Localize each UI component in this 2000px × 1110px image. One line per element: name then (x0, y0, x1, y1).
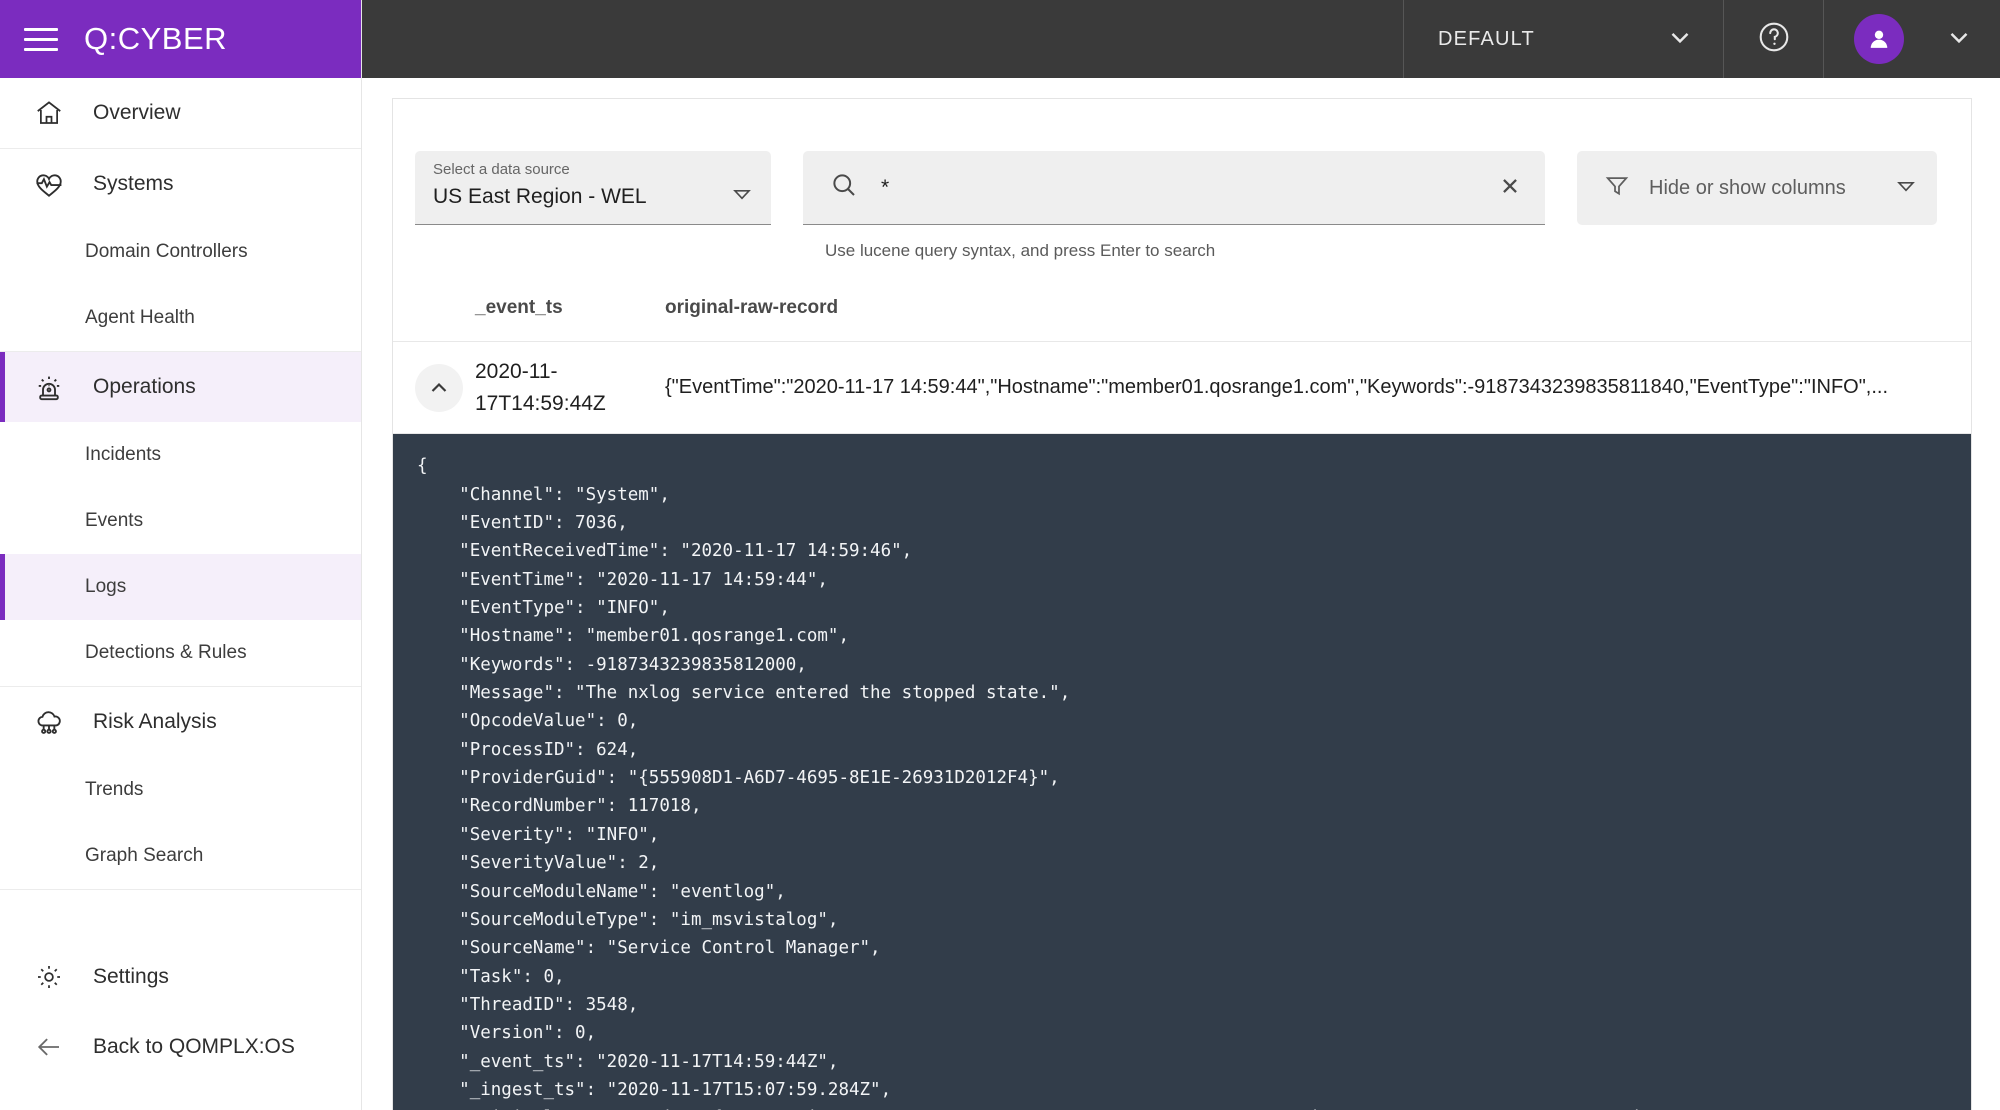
sidebar-item-events[interactable]: Events (0, 488, 361, 554)
sidebar-nav: Overview Systems Domain Controllers Agen… (0, 78, 361, 942)
close-icon[interactable] (1497, 173, 1523, 203)
sidebar-item-back-to-qomplx-os[interactable]: Back to QOMPLX:OS (0, 1012, 361, 1082)
caret-down-icon (1893, 173, 1919, 204)
top-bar: DEFAULT (362, 0, 2000, 78)
chevron-down-icon (1944, 22, 1974, 57)
sidebar-item-label: Back to QOMPLX:OS (93, 1035, 295, 1058)
home-icon (27, 98, 71, 128)
sidebar-subitem-label: Trends (85, 779, 144, 800)
nav-group-operations: Operations Incidents Events Logs Detecti… (0, 352, 361, 687)
search-input[interactable] (881, 175, 1475, 200)
cell-event-ts: 2020-11-17T14:59:44Z (475, 360, 606, 415)
nav-group-overview: Overview (0, 78, 361, 149)
sidebar-item-graph-search[interactable]: Graph Search (0, 823, 361, 889)
search-box[interactable] (803, 151, 1545, 225)
data-source-select[interactable]: Select a data source US East Region - WE… (415, 151, 771, 225)
sidebar-item-logs[interactable]: Logs (0, 554, 361, 620)
data-source-caption: Select a data source (433, 161, 570, 178)
sidebar-item-trends[interactable]: Trends (0, 757, 361, 823)
sidebar-item-incidents[interactable]: Incidents (0, 422, 361, 488)
sidebar-subitem-label: Graph Search (85, 845, 204, 866)
sidebar-item-risk-analysis[interactable]: Risk Analysis (0, 687, 361, 757)
help-circle-icon (1755, 18, 1793, 61)
filter-icon (1603, 172, 1631, 205)
record-json-detail: { "Channel": "System", "EventID": 7036, … (393, 434, 1971, 1110)
sidebar-item-label: Systems (93, 172, 174, 195)
sidebar-item-label: Operations (93, 375, 196, 398)
arrow-left-icon (27, 1031, 71, 1063)
caret-down-icon (729, 181, 755, 212)
sidebar-item-label: Overview (93, 101, 181, 124)
column-header-original-raw-record[interactable]: original-raw-record (665, 297, 1971, 341)
sidebar-subitem-label: Agent Health (85, 307, 195, 328)
table-header: _event_ts original-raw-record (393, 297, 1971, 342)
hide-show-columns-label: Hide or show columns (1649, 176, 1846, 199)
sidebar-subitem-label: Incidents (85, 444, 162, 465)
cell-original-raw-record: {"EventTime":"2020-11-17 14:59:44","Host… (665, 376, 1889, 399)
cloud-network-icon (27, 706, 71, 738)
hide-show-columns-select[interactable]: Hide or show columns (1577, 151, 1937, 225)
main-area: DEFAULT Select a data source US East Reg… (362, 0, 2000, 1110)
avatar (1854, 14, 1904, 64)
search-hint: Use lucene query syntax, and press Enter… (825, 241, 1216, 260)
chevron-up-icon[interactable] (415, 363, 463, 412)
nav-group-risk-analysis: Risk Analysis Trends Graph Search (0, 687, 361, 890)
help-button[interactable] (1723, 0, 1823, 78)
sidebar-bottom: Settings Back to QOMPLX:OS (0, 942, 361, 1110)
sidebar-item-label: Risk Analysis (93, 710, 217, 733)
brand-header: Q:CYBER (0, 0, 361, 78)
nav-group-systems: Systems Domain Controllers Agent Health (0, 149, 361, 352)
logs-toolbar: Select a data source US East Region - WE… (393, 99, 1971, 261)
search-field-wrapper: Use lucene query syntax, and press Enter… (803, 151, 1545, 261)
heartbeat-icon (27, 168, 71, 200)
sidebar-subitem-label: Detections & Rules (85, 642, 247, 663)
tenant-label: DEFAULT (1438, 27, 1535, 50)
sidebar-item-settings[interactable]: Settings (0, 942, 361, 1012)
sidebar-item-detections-rules[interactable]: Detections & Rules (0, 620, 361, 686)
sidebar-item-label: Settings (93, 965, 169, 988)
search-icon (829, 170, 859, 205)
siren-icon (27, 371, 71, 403)
sidebar-subitem-label: Events (85, 510, 144, 531)
app-root: Q:CYBER Overview Systems Domain Controll… (0, 0, 2000, 1110)
sidebar-item-domain-controllers[interactable]: Domain Controllers (0, 219, 361, 285)
tenant-selector[interactable]: DEFAULT (1403, 0, 1723, 78)
sidebar: Q:CYBER Overview Systems Domain Controll… (0, 0, 362, 1110)
content-area: Select a data source US East Region - WE… (362, 78, 2000, 1110)
sidebar-item-overview[interactable]: Overview (0, 78, 361, 148)
gear-icon (27, 962, 71, 992)
data-source-value: US East Region - WEL (433, 185, 647, 208)
user-menu[interactable] (1823, 0, 2000, 78)
chevron-down-icon (1665, 22, 1695, 57)
sidebar-item-agent-health[interactable]: Agent Health (0, 285, 361, 351)
sidebar-item-operations[interactable]: Operations (0, 352, 361, 422)
sidebar-subitem-label: Domain Controllers (85, 241, 248, 262)
sidebar-subitem-label: Logs (85, 576, 127, 597)
table-row[interactable]: 2020-11-17T14:59:44Z {"EventTime":"2020-… (393, 342, 1971, 435)
sidebar-item-systems[interactable]: Systems (0, 149, 361, 219)
column-header-event-ts[interactable]: _event_ts (475, 297, 665, 341)
hamburger-icon[interactable] (24, 27, 58, 51)
logs-panel: Select a data source US East Region - WE… (392, 98, 1972, 1110)
brand-title: Q:CYBER (84, 21, 228, 56)
